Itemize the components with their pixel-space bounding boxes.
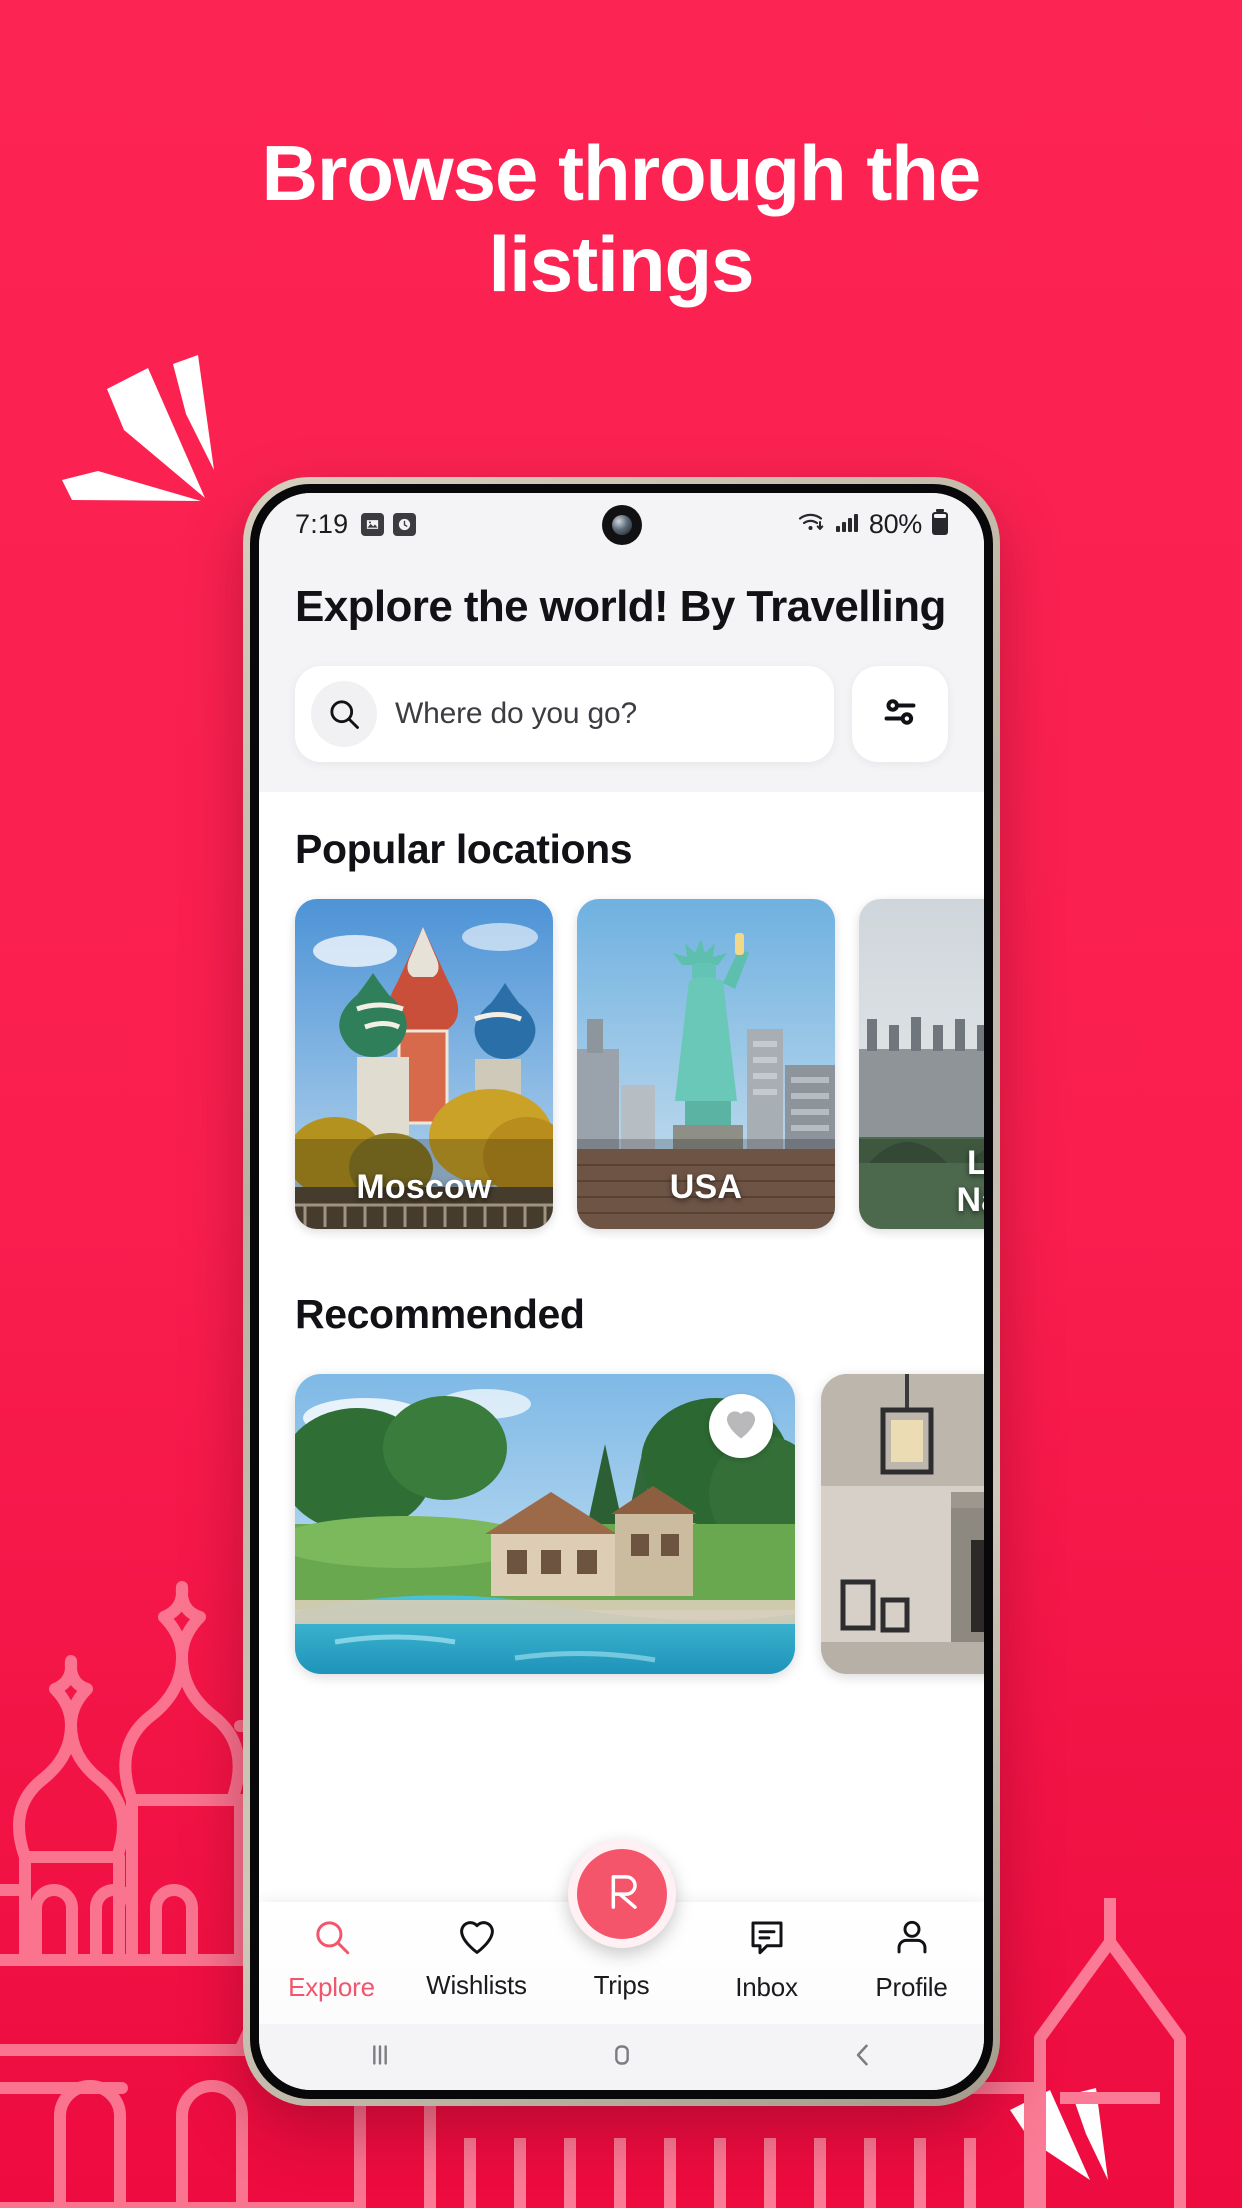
nav-label-trips: Trips [593,1970,650,2000]
app-content: Popular locations Moscow USA L N Recomme… [259,792,985,1675]
search-icon [311,681,377,748]
favorite-button[interactable] [709,1394,773,1459]
clock-icon [393,512,417,536]
center-fab-button[interactable] [567,1840,676,1948]
nav-label-wishlists: Wishlists [426,1970,527,2000]
status-bar-notification-icons [361,512,417,536]
status-bar: 7:19 80% [259,493,984,555]
tower-line-art [1034,1898,1186,2208]
modern-interior-fireplace-art [821,1374,984,1675]
heart-icon [456,1916,498,1961]
back-button[interactable] [742,2038,984,2077]
headline-line-2: listings [488,220,754,309]
cellular-signal-icon [835,510,861,539]
phone-bezel: 7:19 80% Explore the world! By Travellin… [250,484,993,2099]
wall-line-art [424,2082,1036,2208]
nav-item-profile[interactable]: Profile [839,1916,984,2003]
tune-sliders-icon [877,689,923,740]
front-camera-punch-hole [601,505,642,545]
filter-button[interactable] [852,666,948,763]
nav-item-explore[interactable]: Explore [259,1916,404,2003]
phone-mockup: 7:19 80% Explore the world! By Travellin… [243,477,1000,2106]
search-placeholder-text: Where do you go? [395,697,637,731]
nav-label-inbox: Inbox [735,1972,798,2002]
popular-locations-title: Popular locations [295,826,633,873]
nav-label-profile: Profile [875,1972,948,2002]
heart-icon [723,1407,759,1445]
location-card-label: Lo Nav [859,1143,985,1220]
home-button[interactable] [501,2038,743,2077]
recommended-title: Recommended [295,1291,585,1338]
location-card-usa[interactable]: USA [577,899,835,1230]
image-icon [361,512,385,536]
home-square-icon [605,2038,639,2077]
status-bar-system-icons: 80% [797,508,950,541]
location-card-label: USA [669,1168,743,1207]
search-icon [311,1916,353,1963]
recommended-card-interior[interactable] [821,1374,984,1675]
person-icon [891,1916,933,1963]
back-chevron-icon [846,2038,880,2077]
location-card-label-line1: Lo [967,1143,984,1182]
battery-icon [930,508,950,541]
android-system-navigation [259,2024,984,2090]
location-card-label-line2: Nav [956,1181,985,1220]
location-card-label: Moscow [356,1168,492,1207]
message-icon [746,1916,788,1963]
burst-decoration-top-left [62,355,214,501]
nav-label-explore: Explore [288,1972,375,2002]
recommended-carousel[interactable] [259,1338,984,1675]
app-header: Explore the world! By Travelling Where d… [259,555,984,793]
headline-line-1: Browse through the [261,129,982,217]
wifi-icon [797,510,827,539]
recents-button[interactable] [259,2038,501,2077]
location-card-london[interactable]: Lo Nav [859,899,985,1230]
battery-percent-label: 80% [868,508,922,539]
nav-item-wishlists[interactable]: Wishlists [404,1916,549,2001]
popular-locations-carousel[interactable]: Moscow USA L N [259,873,985,1230]
status-bar-time: 7:19 [295,508,349,539]
recommended-card-villa[interactable] [295,1374,795,1675]
search-row: Where do you go? [295,666,948,763]
promo-headline: Browse through the listings [0,128,1242,311]
page-title: Explore the world! By Travelling [295,582,946,631]
recents-bars-icon [363,2038,397,2077]
nav-item-inbox[interactable]: Inbox [694,1916,839,2003]
brand-r-logo-icon [596,1866,648,1923]
search-input[interactable]: Where do you go? [295,666,834,763]
burst-decoration-bottom-right [1010,2088,1108,2180]
phone-screen: 7:19 80% Explore the world! By Travellin… [259,493,984,2090]
location-card-moscow[interactable]: Moscow [295,899,553,1230]
